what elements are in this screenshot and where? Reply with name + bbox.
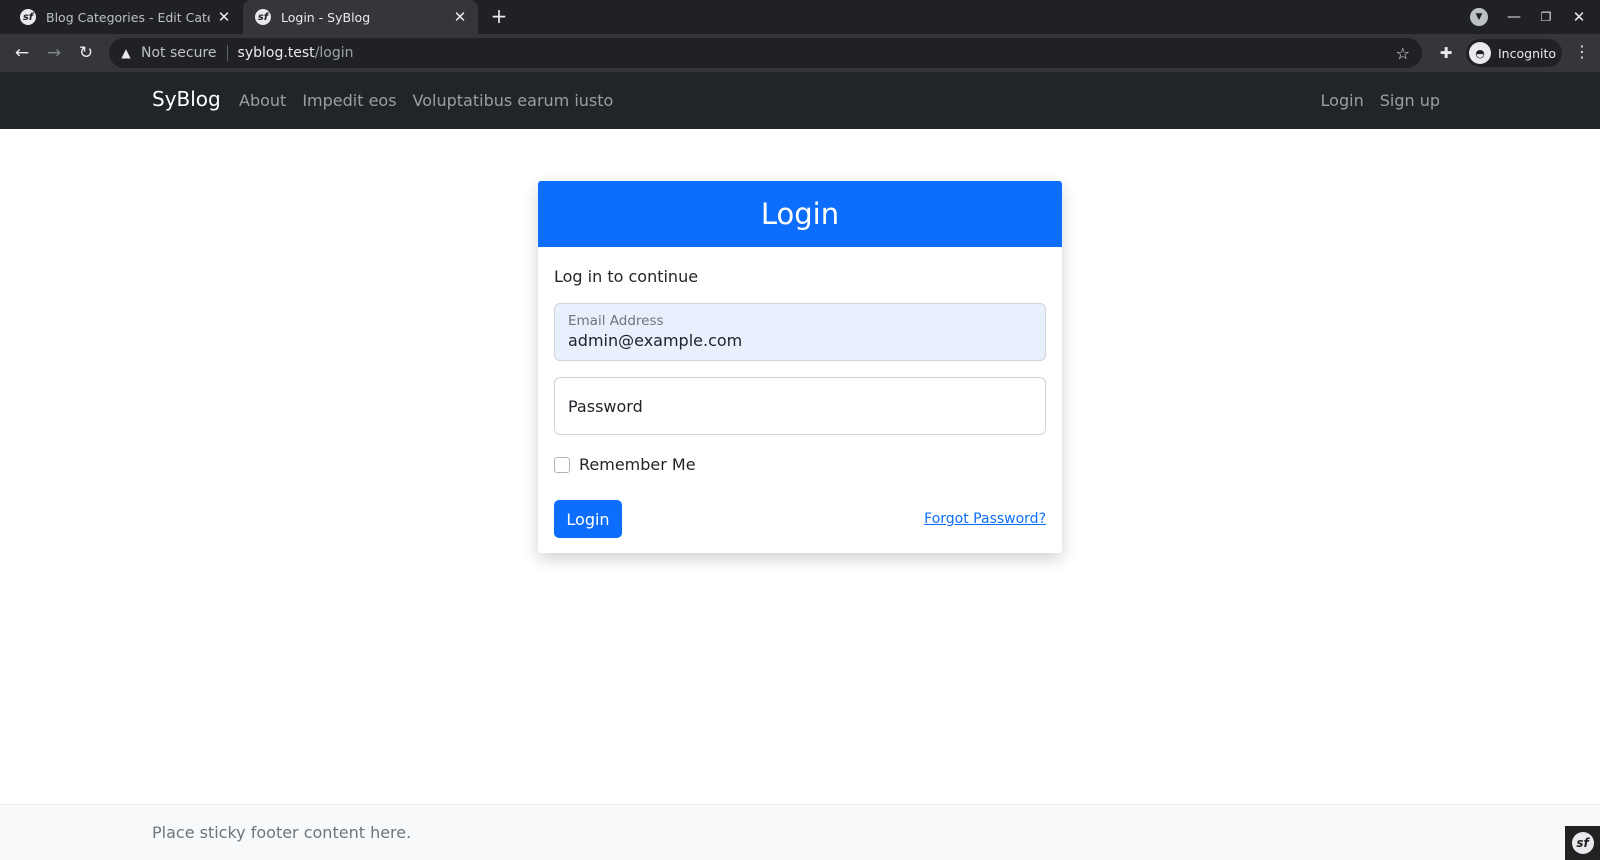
login-card-header: Login — [538, 181, 1062, 247]
tab-title: Login - SyBlog — [281, 9, 371, 25]
login-submit-button[interactable]: Login — [554, 500, 622, 538]
bookmark-star-icon[interactable]: ☆ — [1396, 44, 1410, 63]
brand-logo[interactable]: SyBlog — [152, 87, 221, 111]
symfony-icon: sf — [20, 9, 36, 25]
symfony-debug-toolbar-toggle[interactable]: sf — [1565, 826, 1600, 860]
nav-link-about[interactable]: About — [239, 91, 286, 110]
site-navbar: SyBlog About Impedit eos Voluptatibus ea… — [0, 72, 1600, 129]
nav-link-signup[interactable]: Sign up — [1380, 91, 1440, 110]
browser-tab-edit-category[interactable]: sf Blog Categories - Edit Category ✕ — [8, 0, 242, 34]
symfony-icon: sf — [1571, 832, 1594, 854]
close-window-icon[interactable]: ✕ — [1571, 8, 1587, 26]
password-placeholder: Password — [568, 397, 643, 416]
browser-toolbar: ← → ↻ ▲ Not secure syblog.test/login ☆ ✚… — [0, 34, 1600, 72]
symfony-icon: sf — [255, 9, 271, 25]
nav-auth-links: Login Sign up — [1305, 72, 1440, 129]
forgot-password-link[interactable]: Forgot Password? — [924, 511, 1046, 527]
restore-window-icon[interactable]: ❐ — [1538, 8, 1554, 26]
extensions-puzzle-icon[interactable]: ✚ — [1437, 44, 1455, 62]
remember-me-label[interactable]: Remember Me — [579, 455, 696, 474]
email-label: Email Address — [568, 313, 664, 329]
sticky-footer: Place sticky footer content here. — [0, 804, 1600, 860]
remember-me-option[interactable]: Remember Me — [554, 455, 696, 474]
nav-links: About Impedit eos Voluptatibus earum ius… — [239, 72, 629, 129]
nav-link-voluptatibus[interactable]: Voluptatibus earum iusto — [413, 91, 614, 110]
warning-triangle-icon[interactable]: ▲ — [119, 46, 133, 60]
login-card: Login Log in to continue Email Address a… — [538, 181, 1062, 553]
incognito-profile-button[interactable]: ◓ Incognito — [1466, 39, 1562, 67]
url-host[interactable]: syblog.test — [238, 45, 315, 61]
back-arrow-icon[interactable]: ← — [11, 42, 33, 64]
remember-me-checkbox[interactable] — [554, 456, 570, 473]
new-tab-plus-icon[interactable]: + — [488, 6, 510, 28]
minimize-window-icon[interactable]: — — [1506, 8, 1522, 26]
browser-menu-icon[interactable]: ⋮ — [1574, 42, 1590, 64]
address-bar[interactable]: ▲ Not secure syblog.test/login ☆ — [109, 38, 1422, 68]
login-subtitle: Log in to continue — [554, 267, 699, 286]
profile-label: Incognito — [1498, 45, 1557, 61]
email-field[interactable]: Email Address admin@example.com — [554, 303, 1046, 361]
close-tab-icon[interactable]: ✕ — [452, 8, 468, 26]
address-separator — [226, 45, 228, 61]
close-tab-icon[interactable]: ✕ — [216, 8, 232, 26]
incognito-icon: ◓ — [1469, 42, 1491, 64]
url-path[interactable]: /login — [315, 45, 354, 61]
nav-link-impedit-eos[interactable]: Impedit eos — [302, 91, 396, 110]
browser-tab-strip: sf Blog Categories - Edit Category ✕ sf … — [0, 0, 1600, 34]
nav-link-login[interactable]: Login — [1321, 91, 1364, 110]
footer-text: Place sticky footer content here. — [152, 823, 412, 842]
tab-title: Blog Categories - Edit Category — [46, 9, 210, 25]
tab-search-chevron-icon[interactable]: ▼ — [1470, 8, 1488, 26]
reload-icon[interactable]: ↻ — [75, 42, 97, 64]
forward-arrow-icon[interactable]: → — [43, 42, 65, 64]
security-status[interactable]: Not secure — [141, 45, 217, 61]
password-field[interactable]: Password — [554, 377, 1046, 435]
email-value[interactable]: admin@example.com — [568, 331, 742, 350]
browser-tab-login[interactable]: sf Login - SyBlog ✕ — [243, 0, 478, 34]
